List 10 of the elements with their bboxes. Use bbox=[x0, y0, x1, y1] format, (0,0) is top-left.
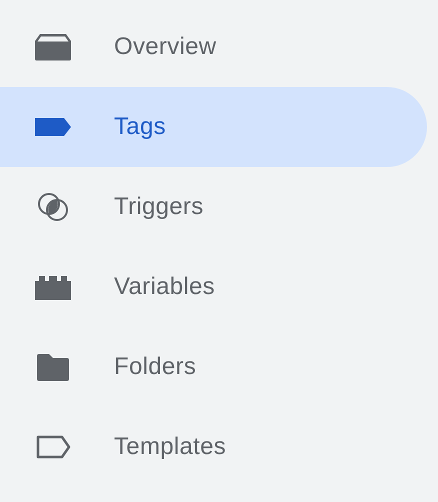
nav-item[interactable]: Variables bbox=[0, 247, 427, 327]
nav-item[interactable]: Folders bbox=[0, 327, 427, 407]
nav-item[interactable]: Templates bbox=[0, 407, 427, 487]
nav-item[interactable]: Triggers bbox=[0, 167, 427, 247]
tray-icon bbox=[34, 33, 72, 61]
nav-item[interactable]: Overview bbox=[0, 7, 427, 87]
tag-outline-icon bbox=[34, 433, 72, 461]
folder-icon bbox=[34, 353, 72, 381]
nav-item[interactable]: Tags bbox=[0, 87, 427, 167]
brick-icon bbox=[34, 273, 72, 301]
